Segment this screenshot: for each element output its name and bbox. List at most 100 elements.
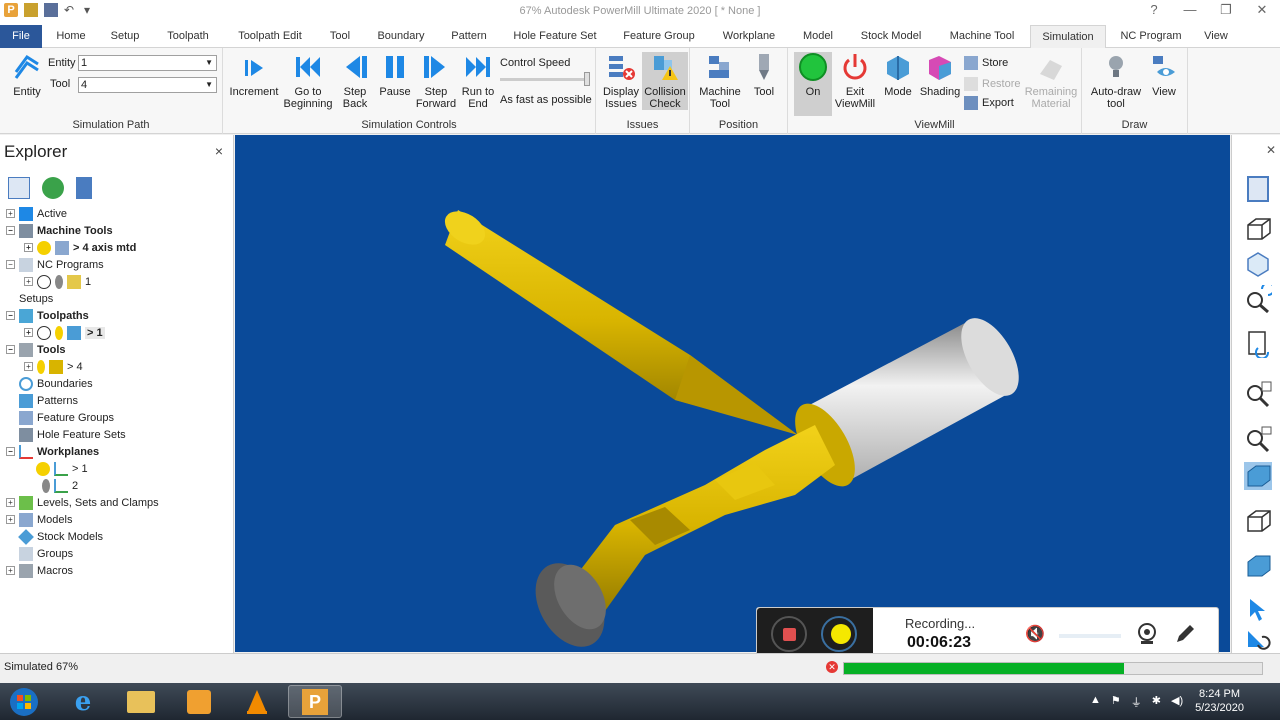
zoom-extents-icon[interactable] [1244, 380, 1272, 408]
expand-icon[interactable]: + [24, 277, 33, 286]
tab-hole-feature-set[interactable]: Hole Feature Set [506, 25, 604, 48]
expand-icon[interactable]: + [6, 515, 15, 524]
pen-icon[interactable] [1173, 622, 1197, 646]
tab-toolpath-edit[interactable]: Toolpath Edit [228, 25, 312, 48]
tab-feature-group[interactable]: Feature Group [614, 25, 704, 48]
help-button[interactable]: ? [1136, 0, 1172, 22]
collision-check-button[interactable]: Collision Check [642, 52, 688, 110]
tab-toolpath[interactable]: Toolpath [158, 25, 218, 48]
taskbar-media-player[interactable] [172, 685, 226, 718]
taskbar-file-explorer[interactable] [114, 685, 168, 718]
tab-machine-tool[interactable]: Machine Tool [940, 25, 1024, 48]
exit-viewmill-button[interactable]: Exit ViewMill [834, 52, 876, 110]
expand-icon[interactable]: + [6, 209, 15, 218]
tray-expand-icon[interactable]: ▲ [1090, 694, 1101, 710]
stop-recording-button[interactable] [771, 616, 807, 652]
machine-tool-button[interactable]: Machine Tool [696, 52, 744, 110]
tree-item-models[interactable]: + Models [6, 511, 72, 528]
solid-box-icon[interactable] [1244, 552, 1272, 580]
display-issues-button[interactable]: Display Issues [600, 52, 642, 110]
volume-icon[interactable]: ◀) [1171, 694, 1183, 710]
globe-icon[interactable] [42, 177, 64, 199]
taskbar-clock[interactable]: 8:24 PM 5/23/2020 [1195, 687, 1244, 715]
select-arrow-icon[interactable] [1244, 595, 1272, 623]
expand-icon[interactable]: + [24, 362, 33, 371]
tab-home[interactable]: Home [48, 25, 94, 48]
speed-slider-handle[interactable] [584, 72, 590, 86]
flag-icon[interactable]: ⚑ [1111, 694, 1121, 710]
box-view-icon[interactable] [1244, 507, 1272, 535]
auto-draw-tool-button[interactable]: Auto-draw tool [1088, 52, 1144, 110]
pause-recording-button[interactable] [821, 616, 857, 652]
restore-button[interactable]: Restore [964, 77, 1021, 91]
close-button[interactable]: ✕ [1244, 0, 1280, 22]
tree-item-4-axis-mtd[interactable]: + > 4 axis mtd [24, 239, 136, 256]
tree-item-groups[interactable]: Groups [19, 545, 73, 562]
collapse-icon[interactable]: − [6, 345, 15, 354]
graphics-viewport[interactable] [235, 135, 1230, 652]
trash-icon[interactable] [76, 177, 92, 199]
zoom-box-icon[interactable] [1244, 425, 1272, 453]
tab-workplane[interactable]: Workplane [714, 25, 784, 48]
undo-view-icon[interactable] [1244, 627, 1272, 651]
tree-item-workplane-1[interactable]: > 1 [36, 460, 88, 477]
tree-item-tools[interactable]: − Tools [6, 341, 66, 358]
restore-button[interactable]: ❐ [1208, 0, 1244, 22]
close-view-toolbar-icon[interactable]: ✕ [1266, 143, 1276, 157]
zoom-rotate-icon[interactable] [1244, 285, 1272, 313]
run-to-end-button[interactable]: Run to End [459, 52, 497, 110]
explorer-view-icon[interactable] [1244, 175, 1272, 203]
shaded-view-icon[interactable] [1244, 462, 1272, 490]
collapse-icon[interactable]: − [6, 311, 15, 320]
tree-item-toolpaths[interactable]: − Toolpaths [6, 307, 89, 324]
tree-item-machine-tools[interactable]: − Machine Tools [6, 222, 113, 239]
store-button[interactable]: Store [964, 56, 1008, 70]
pause-button[interactable]: Pause [377, 52, 413, 98]
shading-button[interactable]: Shading [918, 52, 962, 98]
tab-nc-program[interactable]: NC Program [1112, 25, 1190, 48]
expand-icon[interactable]: + [6, 498, 15, 507]
tree-item-levels[interactable]: + Levels, Sets and Clamps [6, 494, 159, 511]
entity-select[interactable]: 1 ▼ [78, 55, 217, 71]
tree-item-feature-groups[interactable]: Feature Groups [19, 409, 114, 426]
explorer-tree-icon[interactable] [8, 177, 30, 199]
tree-item-toolpath-1[interactable]: + > 1 [24, 324, 105, 341]
viewmill-on-button[interactable]: On [794, 52, 832, 116]
view-draw-button[interactable]: View [1146, 52, 1182, 98]
tree-item-workplane-2[interactable]: 2 [36, 477, 78, 494]
collapse-icon[interactable]: − [6, 226, 15, 235]
explorer-close-icon[interactable]: × [215, 143, 223, 159]
tree-item-tool-4[interactable]: + > 4 [24, 358, 83, 375]
network-icon[interactable]: ✱ [1152, 694, 1161, 710]
tree-item-stock-models[interactable]: Stock Models [18, 528, 103, 545]
tree-item-boundaries[interactable]: Boundaries [19, 375, 93, 392]
export-button[interactable]: Export [964, 96, 1014, 110]
tab-simulation[interactable]: Simulation [1030, 25, 1106, 49]
remaining-material-button[interactable]: Remaining Material [1022, 52, 1080, 110]
expand-icon[interactable]: + [6, 566, 15, 575]
tree-item-nc-programs[interactable]: − NC Programs [6, 256, 104, 273]
minimize-button[interactable]: — [1172, 0, 1208, 22]
expand-icon[interactable]: + [24, 328, 33, 337]
tab-file[interactable]: File [0, 25, 42, 48]
increment-button[interactable]: Increment [229, 52, 279, 98]
refresh-view-icon[interactable] [1244, 330, 1272, 358]
step-forward-button[interactable]: Step Forward [415, 52, 457, 110]
tab-stock-model[interactable]: Stock Model [852, 25, 930, 48]
expand-icon[interactable]: + [24, 243, 33, 252]
taskbar-internet-explorer[interactable]: e [56, 685, 110, 718]
mode-button[interactable]: Mode [880, 52, 916, 98]
entity-button[interactable]: Entity [6, 52, 48, 98]
taskbar-vlc[interactable] [230, 685, 284, 718]
tree-item-active[interactable]: + Active [6, 205, 67, 222]
collapse-icon[interactable]: − [6, 447, 15, 456]
mute-icon[interactable]: 🔇 [1025, 624, 1045, 644]
collapse-icon[interactable]: − [6, 260, 15, 269]
tree-item-hole-feature-sets[interactable]: Hole Feature Sets [19, 426, 126, 443]
iso-view-icon[interactable] [1244, 250, 1272, 278]
tab-model[interactable]: Model [794, 25, 842, 48]
tree-item-workplanes[interactable]: − Workplanes [6, 443, 99, 460]
start-button[interactable] [2, 685, 46, 718]
tree-item-setups[interactable]: Setups [19, 290, 53, 307]
tab-view[interactable]: View [1196, 25, 1236, 48]
